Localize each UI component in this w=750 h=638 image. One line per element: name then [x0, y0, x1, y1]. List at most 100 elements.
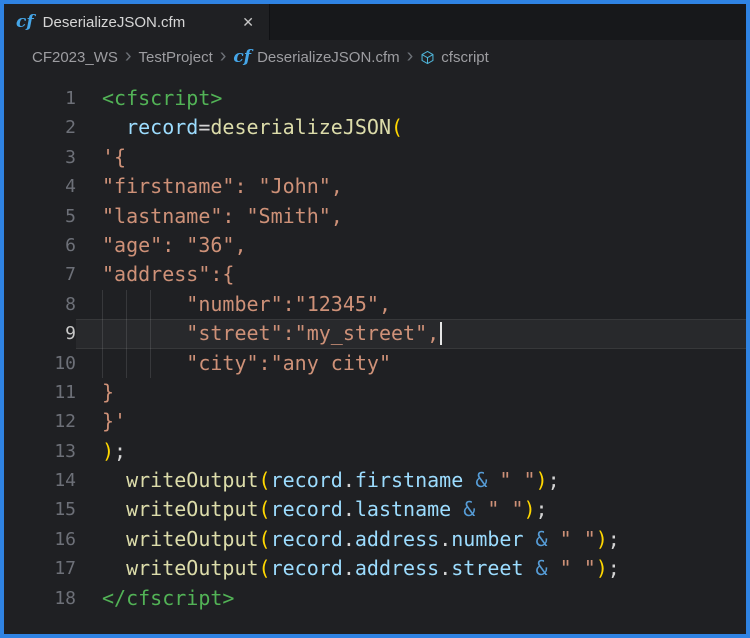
code-line-content[interactable]: "number":"12345",: [76, 290, 746, 319]
line-number[interactable]: 14: [4, 466, 76, 495]
code-token: .: [343, 497, 355, 521]
code-line[interactable]: 17 writeOutput(record.address.street & "…: [4, 554, 746, 583]
line-number[interactable]: 5: [4, 202, 76, 231]
code-line[interactable]: 4 "firstname": "John",: [4, 172, 746, 201]
line-number[interactable]: 7: [4, 260, 76, 289]
code-line-content[interactable]: "city":"any city": [76, 349, 746, 378]
line-number[interactable]: 8: [4, 290, 76, 319]
code-token: ;: [608, 556, 620, 580]
indent-guide: [126, 319, 127, 348]
code-token: .: [439, 556, 451, 580]
code-line-content[interactable]: '{: [76, 143, 746, 172]
line-number[interactable]: 6: [4, 231, 76, 260]
breadcrumb-item-cfscript[interactable]: cfscript: [420, 49, 489, 66]
code-line-content[interactable]: writeOutput(record.address.number & " ")…: [76, 525, 746, 554]
code-line[interactable]: 10 "city":"any city": [4, 349, 746, 378]
line-number[interactable]: 11: [4, 378, 76, 407]
code-line-content[interactable]: }: [76, 378, 746, 407]
line-number[interactable]: 12: [4, 407, 76, 436]
breadcrumb-separator-icon: ›: [220, 46, 227, 66]
code-line-content[interactable]: record=deserializeJSON(: [76, 113, 746, 142]
text-cursor: [440, 322, 442, 345]
code-token: [523, 556, 535, 580]
breadcrumb-item-cf2023-ws[interactable]: CF2023_WS: [32, 49, 118, 66]
line-number[interactable]: 18: [4, 584, 76, 613]
code-token: .: [439, 527, 451, 551]
close-icon[interactable]: ✕: [239, 12, 257, 32]
code-token: record: [271, 497, 343, 521]
code-line-content[interactable]: "street":"my_street",: [76, 319, 746, 348]
code-line-content[interactable]: "lastname": "Smith",: [76, 202, 746, 231]
code-token: [548, 556, 560, 580]
code-line[interactable]: 6 "age": "36",: [4, 231, 746, 260]
line-number[interactable]: 4: [4, 172, 76, 201]
line-number[interactable]: 2: [4, 113, 76, 142]
code-line[interactable]: 14 writeOutput(record.firstname & " ");: [4, 466, 746, 495]
code-line-content[interactable]: <cfscript>: [76, 84, 746, 113]
code-token: ;: [608, 527, 620, 551]
code-token: " ": [560, 556, 596, 580]
code-line-content[interactable]: writeOutput(record.lastname & " ");: [76, 495, 746, 524]
code-line-content[interactable]: writeOutput(record.address.street & " ")…: [76, 554, 746, 583]
code-token: record: [271, 527, 343, 551]
code-line-content[interactable]: writeOutput(record.firstname & " ");: [76, 466, 746, 495]
code-token: writeOutput: [126, 468, 258, 492]
code-token: </cfscript>: [102, 586, 234, 610]
code-token: " ": [487, 497, 523, 521]
code-token: &: [475, 468, 487, 492]
code-line[interactable]: 18 </cfscript>: [4, 584, 746, 613]
code-line[interactable]: 16 writeOutput(record.address.number & "…: [4, 525, 746, 554]
code-token: [548, 527, 560, 551]
line-number[interactable]: 13: [4, 437, 76, 466]
code-line-content[interactable]: );: [76, 437, 746, 466]
code-line[interactable]: 3'{: [4, 143, 746, 172]
code-token: writeOutput: [126, 556, 258, 580]
coldfusion-file-icon: cf: [233, 49, 251, 66]
line-number[interactable]: 17: [4, 554, 76, 583]
code-line[interactable]: 7"address":{: [4, 260, 746, 289]
editor-lines: 1<cfscript>2 record=deserializeJSON(3'{4…: [4, 84, 746, 613]
line-number[interactable]: 1: [4, 84, 76, 113]
code-token: .: [343, 468, 355, 492]
line-number[interactable]: 16: [4, 525, 76, 554]
code-token: &: [463, 497, 475, 521]
code-line[interactable]: 5"lastname": "Smith",: [4, 202, 746, 231]
code-token: ): [102, 439, 114, 463]
code-line-content[interactable]: "age": "36",: [76, 231, 746, 260]
code-line[interactable]: 11}: [4, 378, 746, 407]
line-number[interactable]: 9: [4, 319, 76, 348]
breadcrumb-item-deserializejson-cfm[interactable]: cfDeserializeJSON.cfm: [233, 49, 399, 66]
tab-bar: cf DeserializeJSON.cfm ✕: [4, 4, 746, 40]
code-token: "firstname": "John",: [102, 174, 343, 198]
code-token: ): [536, 468, 548, 492]
line-number[interactable]: 15: [4, 495, 76, 524]
code-line-content[interactable]: </cfscript>: [76, 584, 746, 613]
indent-guide: [102, 290, 103, 319]
code-line-content[interactable]: "firstname": "John",: [76, 172, 746, 201]
code-line[interactable]: 13);: [4, 437, 746, 466]
code-token: "age": "36",: [102, 233, 247, 257]
code-token: street: [451, 556, 523, 580]
code-line[interactable]: 15 writeOutput(record.lastname & " ");: [4, 495, 746, 524]
code-token: }: [102, 380, 114, 404]
line-number[interactable]: 3: [4, 143, 76, 172]
code-line[interactable]: 8 "number":"12345",: [4, 290, 746, 319]
breadcrumb-item-testproject[interactable]: TestProject: [139, 49, 213, 66]
code-line[interactable]: 12}': [4, 407, 746, 436]
tab-deserializejson[interactable]: cf DeserializeJSON.cfm ✕: [4, 4, 270, 40]
code-token: [102, 115, 126, 139]
code-token: .: [343, 556, 355, 580]
code-token: "number":"12345",: [102, 292, 391, 316]
line-number[interactable]: 10: [4, 349, 76, 378]
code-line-content[interactable]: "address":{: [76, 260, 746, 289]
code-line[interactable]: 9 "street":"my_street",: [4, 319, 746, 348]
indent-guide: [150, 290, 151, 319]
code-token: [463, 468, 475, 492]
code-token: [451, 497, 463, 521]
code-line[interactable]: 2 record=deserializeJSON(: [4, 113, 746, 142]
breadcrumb-label: CF2023_WS: [32, 49, 118, 66]
code-line-content[interactable]: }': [76, 407, 746, 436]
code-editor[interactable]: 1<cfscript>2 record=deserializeJSON(3'{4…: [4, 74, 746, 634]
code-line[interactable]: 1<cfscript>: [4, 84, 746, 113]
code-token: [102, 468, 126, 492]
